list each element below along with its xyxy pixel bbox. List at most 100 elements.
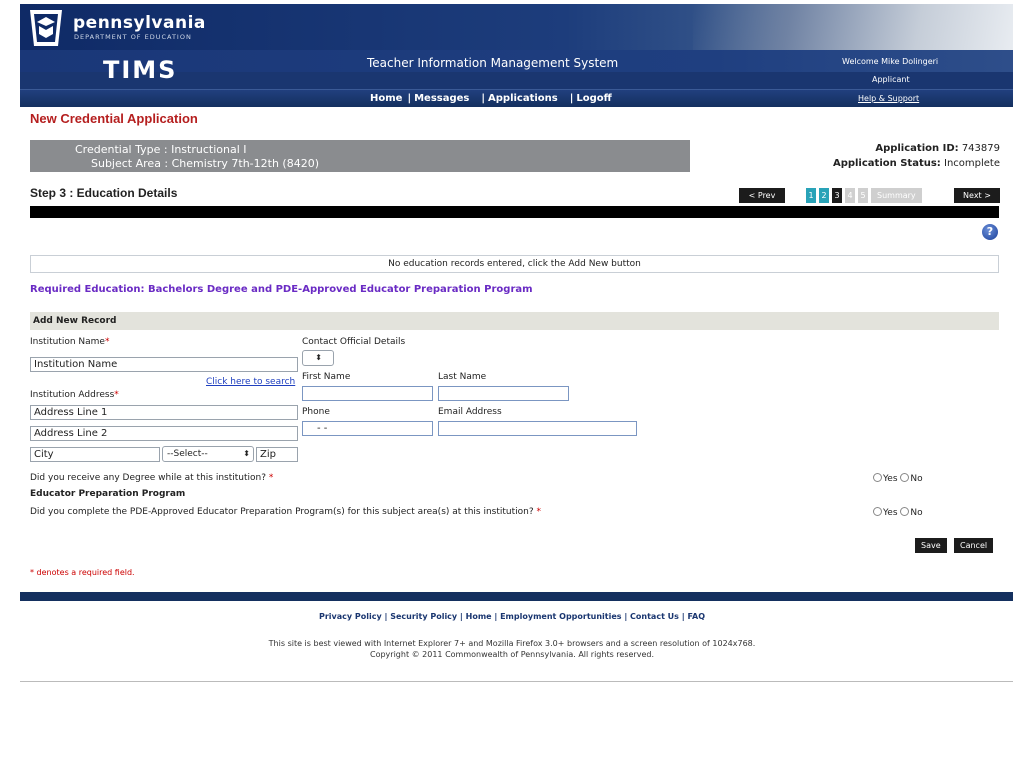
- step-5-button: 5: [858, 188, 868, 203]
- nav-separator: |: [474, 93, 486, 104]
- required-mark: *: [114, 390, 119, 400]
- required-mark: *: [268, 473, 274, 483]
- footer-link-privacy[interactable]: Privacy Policy: [319, 612, 382, 621]
- state-select[interactable]: --Select-- ⬍: [162, 446, 254, 462]
- bottom-divider: [20, 681, 1013, 682]
- degree-yes-label: Yes: [883, 474, 898, 484]
- prev-button[interactable]: < Prev: [739, 188, 785, 203]
- cancel-button[interactable]: Cancel: [954, 538, 994, 553]
- first-name-label: First Name: [302, 372, 351, 382]
- application-id-value: 743879: [961, 143, 1000, 154]
- address-line-2-input[interactable]: Address Line 2: [30, 426, 298, 441]
- email-input[interactable]: [438, 421, 637, 436]
- select-arrows-icon: ⬍: [243, 449, 250, 458]
- contact-official-label: Contact Official Details: [302, 337, 406, 347]
- email-label: Email Address: [438, 407, 502, 417]
- footer-link-contact[interactable]: Contact Us: [630, 612, 679, 621]
- institution-address-label-text: Institution Address: [30, 390, 115, 400]
- institution-name-label: Institution Name*: [30, 337, 109, 347]
- contact-title-select[interactable]: ⬍: [302, 350, 334, 366]
- institution-address-label: Institution Address*: [30, 390, 119, 400]
- footer-link-employment[interactable]: Employment Opportunities: [500, 612, 621, 621]
- application-status: Application Status: Incomplete: [833, 158, 1000, 169]
- step-3-button[interactable]: 3: [832, 188, 842, 203]
- footer-link-security[interactable]: Security Policy: [390, 612, 457, 621]
- step-4-button: 4: [845, 188, 855, 203]
- required-mark: *: [104, 337, 110, 347]
- last-name-label: Last Name: [438, 372, 487, 382]
- required-education: Required Education: Bachelors Degree and…: [30, 284, 533, 295]
- brand-subtitle: DEPARTMENT OF EDUCATION: [74, 33, 192, 41]
- empty-records-message: No education records entered, click the …: [30, 255, 999, 273]
- footer-link-home[interactable]: Home: [466, 612, 492, 621]
- degree-no-radio[interactable]: [900, 473, 910, 482]
- epp-heading: Educator Preparation Program: [30, 489, 186, 499]
- footer-bar: [20, 592, 1013, 601]
- main-nav: Home | Messages | Applications | Logoff: [370, 93, 614, 104]
- page-title: New Credential Application: [30, 111, 198, 126]
- nav-logoff[interactable]: Logoff: [576, 93, 611, 104]
- application-id: Application ID: 743879: [875, 143, 1000, 154]
- welcome-text: Welcome Mike Dolingeri: [842, 57, 939, 66]
- search-institution-link[interactable]: Click here to search: [206, 377, 295, 387]
- first-name-input[interactable]: [302, 386, 433, 401]
- nav-home[interactable]: Home: [370, 93, 402, 104]
- help-support-link[interactable]: Help & Support: [858, 94, 919, 103]
- save-button[interactable]: Save: [915, 538, 947, 553]
- epp-question: Did you complete the PDE-Approved Educat…: [30, 507, 541, 517]
- institution-name-label-text: Institution Name: [30, 337, 105, 347]
- step-summary-button: Summary: [871, 188, 922, 203]
- degree-yes-radio[interactable]: [873, 473, 882, 482]
- next-button[interactable]: Next >: [954, 188, 1000, 203]
- credential-type: Credential Type : Instructional I: [75, 143, 247, 156]
- nav-messages[interactable]: Messages: [414, 93, 469, 104]
- add-record-header: Add New Record: [30, 312, 999, 330]
- step-2-button[interactable]: 2: [819, 188, 829, 203]
- browser-note: This site is best viewed with Internet E…: [268, 639, 756, 648]
- user-role: Applicant: [872, 75, 910, 84]
- nav-applications[interactable]: Applications: [488, 93, 558, 104]
- address-line-1-input[interactable]: Address Line 1: [30, 405, 298, 420]
- phone-input[interactable]: - -: [302, 421, 433, 436]
- epp-yes-label: Yes: [883, 508, 898, 518]
- degree-question-text: Did you receive any Degree while at this…: [30, 473, 266, 483]
- degree-radio-group: Yes No: [873, 473, 923, 484]
- application-status-value: Incomplete: [944, 158, 1000, 169]
- degree-no-label: No: [910, 474, 923, 484]
- app-title: Teacher Information Management System: [367, 56, 619, 70]
- zip-input[interactable]: Zip: [256, 447, 298, 462]
- phone-label: Phone: [302, 407, 330, 417]
- step-title: Step 3 : Education Details: [30, 186, 178, 200]
- keystone-logo-icon: [30, 10, 62, 46]
- epp-no-label: No: [910, 508, 923, 518]
- epp-yes-radio[interactable]: [873, 507, 882, 516]
- required-mark: *: [536, 507, 542, 517]
- step-indicators: 1 2 3 4 5 Summary: [806, 188, 922, 203]
- last-name-input[interactable]: [438, 386, 569, 401]
- nav-separator: |: [407, 93, 412, 104]
- application-id-label: Application ID:: [875, 143, 959, 154]
- footer-links: Privacy Policy | Security Policy | Home …: [318, 612, 705, 621]
- page: pennsylvania DEPARTMENT OF EDUCATION TIM…: [0, 0, 1024, 768]
- application-status-label: Application Status:: [832, 158, 941, 169]
- degree-question: Did you receive any Degree while at this…: [30, 473, 273, 483]
- city-input[interactable]: City: [30, 447, 160, 462]
- institution-name-input[interactable]: Institution Name: [30, 357, 298, 372]
- footer-link-faq[interactable]: FAQ: [687, 612, 705, 621]
- help-icon[interactable]: ?: [982, 224, 998, 240]
- app-short-name: TIMS: [103, 56, 178, 84]
- epp-radio-group: Yes No: [873, 507, 923, 518]
- header-banner: pennsylvania DEPARTMENT OF EDUCATION: [20, 4, 1013, 50]
- nav-separator: |: [562, 93, 574, 104]
- epp-no-radio[interactable]: [900, 507, 910, 516]
- header-photo: [693, 4, 1013, 50]
- brand-name: pennsylvania: [73, 13, 206, 33]
- select-arrows-icon: ⬍: [315, 353, 322, 362]
- required-field-note: * denotes a required field.: [30, 568, 135, 577]
- subject-area: Subject Area : Chemistry 7th-12th (8420): [91, 157, 320, 170]
- step-1-button[interactable]: 1: [806, 188, 816, 203]
- step-divider-bar: [30, 206, 999, 218]
- copyright: Copyright © 2011 Commonwealth of Pennsyl…: [369, 650, 654, 659]
- state-select-value: --Select--: [167, 449, 208, 459]
- epp-question-text: Did you complete the PDE-Approved Educat…: [30, 507, 534, 517]
